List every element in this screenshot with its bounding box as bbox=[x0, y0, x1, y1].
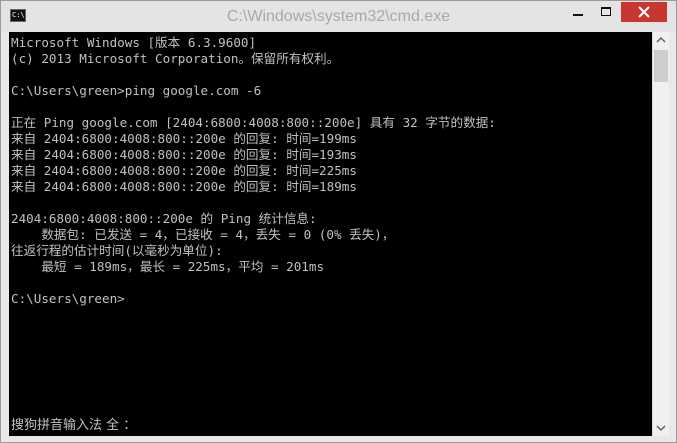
chevron-down-icon bbox=[656, 425, 666, 432]
cmd-window: C:\ C:\Windows\system32\cmd.exe Microsof… bbox=[0, 0, 677, 443]
scroll-down-button[interactable] bbox=[653, 419, 669, 436]
maximize-icon bbox=[601, 7, 611, 16]
console-line: C:\Users\green>ping google.com -6 bbox=[11, 83, 262, 98]
console-prompt[interactable]: C:\Users\green> bbox=[11, 291, 125, 307]
minimize-icon bbox=[573, 14, 583, 16]
console-line: 来自 2404:6800:4008:800::200e 的回复: 时间=193m… bbox=[11, 147, 357, 162]
console-line: 最短 = 189ms，最长 = 225ms，平均 = 201ms bbox=[11, 259, 325, 274]
chevron-up-icon bbox=[656, 36, 666, 43]
close-button[interactable] bbox=[621, 2, 667, 22]
ime-status: 搜狗拼音输入法 全 ： bbox=[11, 418, 137, 433]
maximize-button[interactable] bbox=[593, 2, 619, 22]
console-line: 来自 2404:6800:4008:800::200e 的回复: 时间=199m… bbox=[11, 131, 357, 146]
console-line: 2404:6800:4008:800::200e 的 Ping 统计信息: bbox=[11, 211, 317, 226]
scroll-thumb[interactable] bbox=[654, 50, 668, 82]
console-line: 往返行程的估计时间(以毫秒为单位): bbox=[11, 243, 223, 258]
close-icon bbox=[638, 6, 650, 18]
console-line: 来自 2404:6800:4008:800::200e 的回复: 时间=189m… bbox=[11, 179, 357, 194]
console-line: Microsoft Windows [版本 6.3.9600] bbox=[11, 35, 257, 50]
vertical-scrollbar[interactable] bbox=[652, 32, 669, 436]
console-line: (c) 2013 Microsoft Corporation。保留所有权利。 bbox=[11, 51, 340, 66]
minimize-button[interactable] bbox=[565, 2, 591, 22]
console-line: 来自 2404:6800:4008:800::200e 的回复: 时间=225m… bbox=[11, 163, 357, 178]
title-bar[interactable]: C:\ C:\Windows\system32\cmd.exe bbox=[1, 1, 676, 32]
console-output[interactable]: Microsoft Windows [版本 6.3.9600] (c) 2013… bbox=[9, 32, 652, 436]
console-line: 数据包: 已发送 = 4，已接收 = 4，丢失 = 0 (0% 丢失)， bbox=[11, 227, 395, 242]
console-line: 正在 Ping google.com [2404:6800:4008:800::… bbox=[11, 115, 496, 130]
scroll-up-button[interactable] bbox=[653, 32, 669, 49]
